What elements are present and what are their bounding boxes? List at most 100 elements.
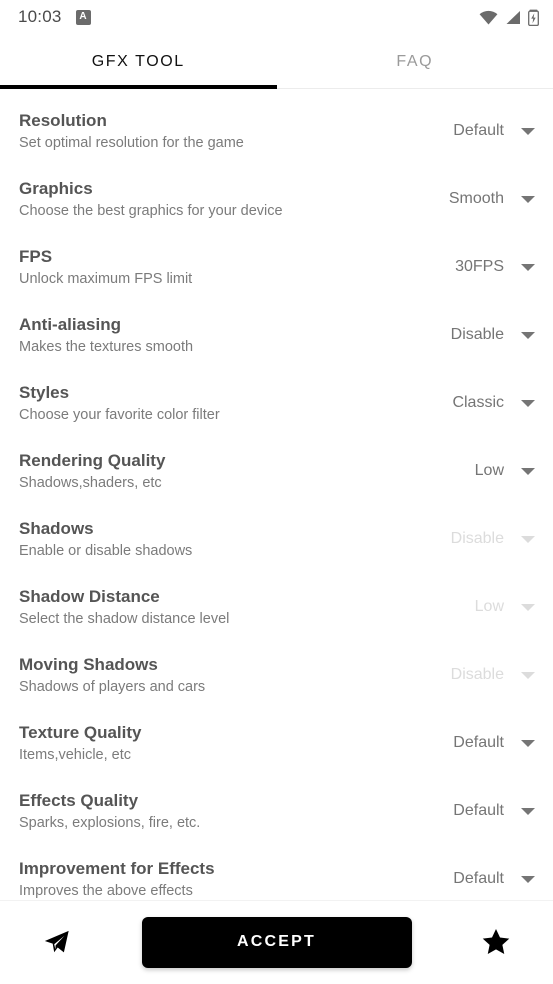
setting-title: Resolution xyxy=(19,110,107,130)
setting-text: Effects Quality Sparks, explosions, fire,… xyxy=(19,790,417,833)
rate-button[interactable] xyxy=(473,919,519,965)
setting-dropdown[interactable]: Classic xyxy=(417,394,535,412)
status-left-icons: A xyxy=(75,9,91,25)
setting-text: Improvement for Effects Improves the abov… xyxy=(19,858,417,901)
setting-dropdown[interactable]: Low xyxy=(417,598,535,616)
setting-title: Rendering Quality xyxy=(19,450,166,470)
setting-subtitle: Makes the textures smooth xyxy=(19,338,194,355)
setting-value: Disable xyxy=(450,666,504,683)
setting-title: Shadows xyxy=(19,518,94,538)
setting-dropdown[interactable]: 30FPS xyxy=(417,258,535,276)
setting-row[interactable]: Shadow Distance Select the shadow distanc… xyxy=(0,573,553,641)
tab-gfx-tool-label: GFX TOOL xyxy=(91,52,185,70)
bottom-bar: ACCEPT xyxy=(0,900,553,984)
chevron-down-icon xyxy=(521,603,535,611)
chevron-down-icon xyxy=(521,671,535,679)
setting-dropdown[interactable]: Disable xyxy=(417,666,535,684)
setting-value: Default xyxy=(453,734,504,751)
setting-text: Resolution Set optimal resolution for the… xyxy=(19,110,417,153)
chevron-down-icon xyxy=(521,535,535,543)
status-right-icons xyxy=(479,9,539,26)
setting-subtitle: Enable or disable shadows xyxy=(19,542,193,559)
setting-value: Disable xyxy=(450,326,504,343)
paper-plane-icon xyxy=(43,928,71,956)
setting-subtitle: Shadows of players and cars xyxy=(19,678,206,695)
setting-dropdown[interactable]: Default xyxy=(417,802,535,820)
setting-text: FPS Unlock maximum FPS limit xyxy=(19,246,417,289)
setting-subtitle: Items,vehicle, etc xyxy=(19,746,132,763)
chevron-down-icon xyxy=(521,875,535,883)
tab-bar: GFX TOOL FAQ xyxy=(0,34,553,89)
wifi-icon xyxy=(479,10,498,25)
setting-title: Shadow Distance xyxy=(19,586,160,606)
chevron-down-icon xyxy=(521,807,535,815)
chevron-down-icon xyxy=(521,263,535,271)
setting-value: Smooth xyxy=(448,190,504,207)
battery-charging-icon xyxy=(528,9,539,26)
setting-title: Effects Quality xyxy=(19,790,139,810)
status-time: 10:03 xyxy=(18,7,62,26)
setting-row[interactable]: Improvement for Effects Improves the abov… xyxy=(0,845,553,900)
setting-row[interactable]: Effects Quality Sparks, explosions, fire,… xyxy=(0,777,553,845)
setting-subtitle: Set optimal resolution for the game xyxy=(19,134,244,151)
chevron-down-icon xyxy=(521,467,535,475)
setting-value: Default xyxy=(453,802,504,819)
setting-row[interactable]: Styles Choose your favorite color filter C… xyxy=(0,369,553,437)
setting-dropdown[interactable]: Low xyxy=(417,462,535,480)
chevron-down-icon xyxy=(521,739,535,747)
chevron-down-icon xyxy=(521,127,535,135)
accept-button[interactable]: ACCEPT xyxy=(141,916,412,968)
setting-dropdown[interactable]: Default xyxy=(417,122,535,140)
chevron-down-icon xyxy=(521,399,535,407)
setting-text: Shadow Distance Select the shadow distanc… xyxy=(19,586,417,629)
star-icon xyxy=(481,927,511,957)
tab-faq[interactable]: FAQ xyxy=(277,34,553,89)
tab-active-indicator xyxy=(0,85,277,89)
signal-icon xyxy=(505,10,521,25)
setting-dropdown[interactable]: Default xyxy=(417,734,535,752)
setting-row[interactable]: Graphics Choose the best graphics for you… xyxy=(0,165,553,233)
setting-text: Styles Choose your favorite color filter xyxy=(19,382,417,425)
settings-list[interactable]: Resolution Set optimal resolution for the… xyxy=(0,89,553,900)
app-badge-icon: A xyxy=(75,9,91,25)
setting-text: Anti-aliasing Makes the textures smooth xyxy=(19,314,417,357)
chevron-down-icon xyxy=(521,331,535,339)
setting-dropdown[interactable]: Smooth xyxy=(417,190,535,208)
setting-title: Texture Quality xyxy=(19,722,142,742)
setting-text: Texture Quality Items,vehicle, etc xyxy=(19,722,417,765)
setting-dropdown[interactable]: Disable xyxy=(417,326,535,344)
setting-title: Moving Shadows xyxy=(19,654,158,674)
setting-row[interactable]: Shadows Enable or disable shadows Disable xyxy=(0,505,553,573)
setting-text: Graphics Choose the best graphics for you… xyxy=(19,178,417,221)
setting-row[interactable]: FPS Unlock maximum FPS limit 30FPS xyxy=(0,233,553,301)
setting-value: Default xyxy=(453,870,504,887)
setting-value: Low xyxy=(474,598,504,615)
setting-subtitle: Improves the above effects xyxy=(19,882,193,899)
setting-subtitle: Sparks, explosions, fire, etc. xyxy=(19,814,201,831)
setting-dropdown[interactable]: Default xyxy=(417,870,535,888)
setting-title: FPS xyxy=(19,246,53,266)
telegram-button[interactable] xyxy=(34,919,80,965)
setting-value: Default xyxy=(453,122,504,139)
status-bar: 10:03 A xyxy=(0,0,553,34)
setting-row[interactable]: Texture Quality Items,vehicle, etc Default xyxy=(0,709,553,777)
setting-subtitle: Unlock maximum FPS limit xyxy=(19,270,193,287)
tab-gfx-tool[interactable]: GFX TOOL xyxy=(0,34,277,89)
setting-subtitle: Shadows,shaders, etc xyxy=(19,474,162,491)
setting-row[interactable]: Rendering Quality Shadows,shaders, etc Low xyxy=(0,437,553,505)
setting-row[interactable]: Anti-aliasing Makes the textures smooth Di… xyxy=(0,301,553,369)
gfx-tool-app: 10:03 A GFX TOOL FAQ Resolution Set opti… xyxy=(0,0,553,984)
setting-subtitle: Select the shadow distance level xyxy=(19,610,230,627)
setting-row[interactable]: Moving Shadows Shadows of players and car… xyxy=(0,641,553,709)
setting-value: Low xyxy=(474,462,504,479)
setting-text: Shadows Enable or disable shadows xyxy=(19,518,417,561)
setting-subtitle: Choose the best graphics for your device xyxy=(19,202,283,219)
tab-faq-label: FAQ xyxy=(396,52,434,70)
setting-value: Classic xyxy=(452,394,504,411)
setting-subtitle: Choose your favorite color filter xyxy=(19,406,220,423)
setting-text: Moving Shadows Shadows of players and car… xyxy=(19,654,417,697)
setting-title: Improvement for Effects xyxy=(19,858,215,878)
setting-row[interactable]: Resolution Set optimal resolution for the… xyxy=(0,97,553,165)
setting-dropdown[interactable]: Disable xyxy=(417,530,535,548)
setting-title: Graphics xyxy=(19,178,93,198)
